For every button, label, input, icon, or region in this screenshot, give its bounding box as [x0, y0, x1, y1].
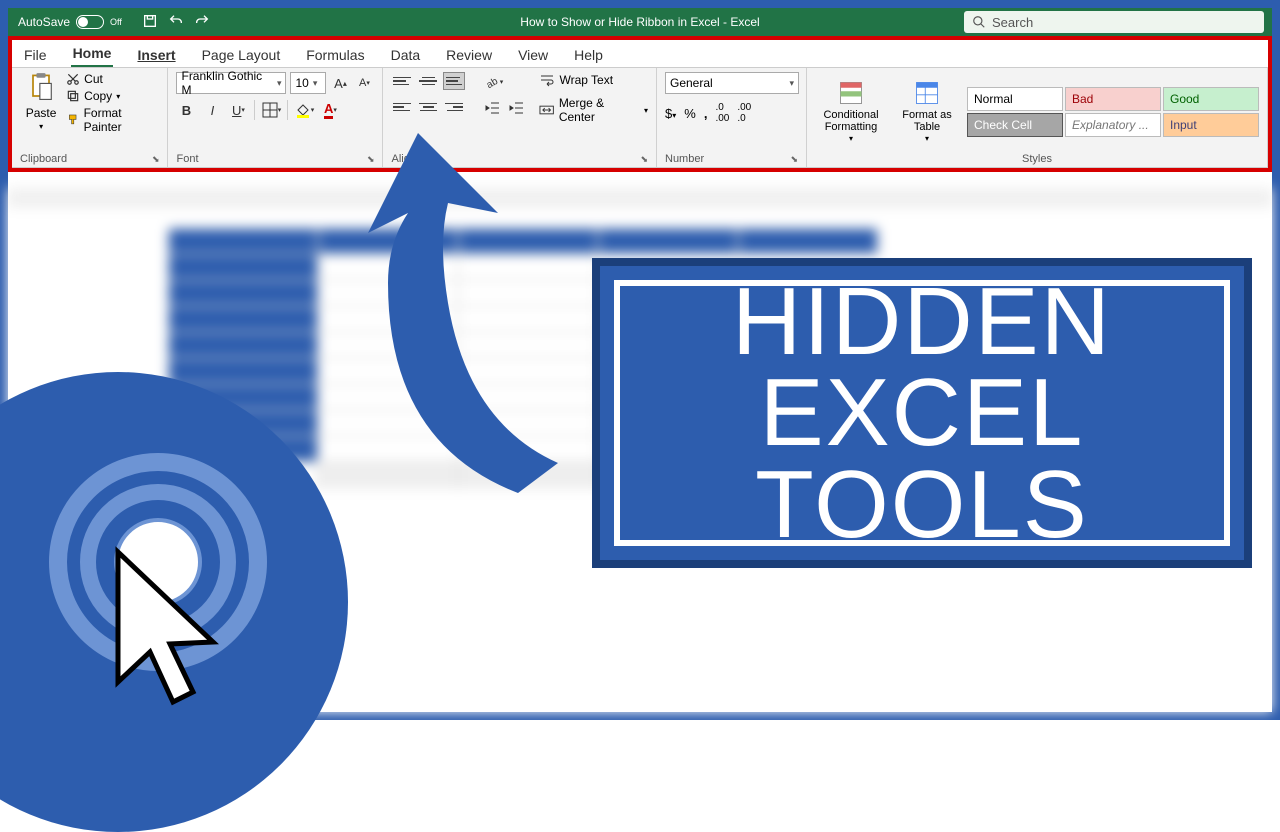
chevron-down-icon: ▾: [116, 92, 120, 101]
chevron-down-icon: ▾: [925, 135, 929, 144]
wrap-text-icon: [539, 72, 555, 88]
conditional-formatting-icon: [837, 79, 865, 107]
save-icon[interactable]: [142, 13, 158, 32]
tab-data[interactable]: Data: [389, 43, 423, 67]
cursor-icon: [88, 542, 248, 722]
search-input[interactable]: Search: [964, 11, 1264, 33]
quick-access-toolbar: [132, 13, 220, 32]
copy-icon: [66, 89, 80, 103]
undo-icon[interactable]: [168, 13, 184, 32]
clipboard-group-label: Clipboard: [20, 153, 67, 165]
format-as-table-button[interactable]: Format as Table ▾: [891, 79, 963, 144]
dialog-launcher-icon[interactable]: ⬊: [640, 154, 648, 165]
comma-button[interactable]: ,: [704, 106, 708, 121]
paintbrush-icon: [66, 113, 79, 127]
tab-formulas[interactable]: Formulas: [304, 43, 366, 67]
style-normal[interactable]: Normal: [967, 87, 1063, 111]
style-explanatory[interactable]: Explanatory ...: [1065, 113, 1161, 137]
title-bar: AutoSave Off How to Show or Hide Ribbon …: [8, 8, 1272, 36]
align-top-button[interactable]: [391, 72, 413, 90]
wrap-text-button[interactable]: Wrap Text: [539, 72, 648, 88]
tab-review[interactable]: Review: [444, 43, 494, 67]
number-group-label: Number: [665, 153, 704, 165]
italic-button[interactable]: I: [202, 100, 222, 120]
group-number: General▾ $▾ % , .0.00 .00.0 Number ⬊: [657, 68, 807, 167]
cell-styles-gallery[interactable]: Normal Bad Good Check Cell Explanatory .…: [967, 87, 1259, 137]
paste-label: Paste: [26, 106, 57, 120]
group-clipboard: Paste ▾ Cut Copy ▾ Format Painter C: [12, 68, 168, 167]
autosave-toggle[interactable]: AutoSave Off: [8, 15, 132, 29]
tab-home[interactable]: Home: [71, 41, 114, 67]
tab-file[interactable]: File: [22, 43, 49, 67]
style-bad[interactable]: Bad: [1065, 87, 1161, 111]
decrease-font-icon[interactable]: A▾: [354, 73, 374, 93]
search-icon: [972, 15, 986, 29]
tab-view[interactable]: View: [516, 43, 550, 67]
curved-arrow-icon: [298, 103, 598, 503]
chevron-down-icon: ▾: [789, 78, 794, 89]
number-format-combo[interactable]: General▾: [665, 72, 799, 94]
cut-label: Cut: [84, 72, 103, 86]
copy-button[interactable]: Copy ▾: [66, 89, 159, 103]
align-middle-button[interactable]: [417, 72, 439, 90]
tab-insert[interactable]: Insert: [135, 43, 177, 67]
increase-font-icon[interactable]: A▴: [330, 73, 350, 93]
ribbon: Paste ▾ Cut Copy ▾ Format Painter C: [12, 68, 1268, 168]
chevron-down-icon: ▾: [644, 106, 648, 115]
font-size-combo[interactable]: 10▾: [290, 72, 326, 94]
style-input[interactable]: Input: [1163, 113, 1259, 137]
conditional-formatting-label: Conditional Formatting: [815, 109, 887, 133]
tab-page-layout[interactable]: Page Layout: [200, 43, 283, 67]
search-placeholder: Search: [992, 15, 1033, 30]
dialog-launcher-icon[interactable]: ⬊: [790, 154, 798, 165]
conditional-formatting-button[interactable]: Conditional Formatting ▾: [815, 79, 887, 144]
callout-box: HIDDEN EXCEL TOOLS: [592, 258, 1252, 568]
format-table-label: Format as Table: [891, 109, 963, 133]
format-painter-button[interactable]: Format Painter: [66, 106, 159, 134]
redo-icon[interactable]: [194, 13, 210, 32]
font-name-combo[interactable]: Franklin Gothic M▾: [176, 72, 286, 94]
increase-decimal-button[interactable]: .0.00: [715, 102, 729, 124]
accounting-button[interactable]: $▾: [665, 106, 676, 121]
autosave-state: Off: [110, 17, 122, 27]
borders-button[interactable]: ▾: [261, 100, 281, 120]
underline-button[interactable]: U▾: [228, 100, 248, 120]
percent-button[interactable]: %: [684, 106, 696, 121]
chevron-down-icon: ▾: [849, 135, 853, 144]
orientation-icon: ab: [484, 74, 500, 90]
align-bottom-button[interactable]: [443, 72, 465, 90]
window-title: How to Show or Hide Ribbon in Excel - Ex…: [520, 15, 759, 29]
orientation-button[interactable]: ab▾: [483, 72, 503, 92]
border-icon: [262, 102, 278, 118]
paste-icon: [27, 72, 55, 104]
style-check-cell[interactable]: Check Cell: [967, 113, 1063, 137]
cut-button[interactable]: Cut: [66, 72, 159, 86]
format-painter-label: Format Painter: [84, 106, 160, 134]
chevron-down-icon: ▾: [277, 78, 282, 89]
callout-line2: EXCEL TOOLS: [620, 367, 1224, 549]
svg-text:ab: ab: [485, 76, 500, 90]
toggle-switch-icon: [76, 15, 104, 29]
ribbon-tabs: File Home Insert Page Layout Formulas Da…: [12, 40, 1268, 68]
bold-button[interactable]: B: [176, 100, 196, 120]
tab-help[interactable]: Help: [572, 43, 605, 67]
style-good[interactable]: Good: [1163, 87, 1259, 111]
wrap-text-label: Wrap Text: [559, 73, 613, 87]
scissors-icon: [66, 72, 80, 86]
decrease-decimal-button[interactable]: .00.0: [737, 102, 751, 124]
table-icon: [913, 79, 941, 107]
paste-button[interactable]: Paste ▾: [20, 72, 62, 131]
ribbon-highlight: File Home Insert Page Layout Formulas Da…: [8, 36, 1272, 172]
styles-group-label: Styles: [1022, 153, 1052, 165]
chevron-down-icon: ▾: [313, 78, 318, 89]
group-styles: Conditional Formatting ▾ Format as Table ▾…: [807, 68, 1268, 167]
copy-label: Copy: [84, 89, 112, 103]
autosave-label: AutoSave: [18, 15, 70, 29]
dialog-launcher-icon[interactable]: ⬊: [152, 154, 160, 165]
callout-line1: HIDDEN: [732, 276, 1112, 367]
chevron-down-icon: ▾: [39, 122, 43, 131]
font-group-label: Font: [176, 153, 198, 165]
